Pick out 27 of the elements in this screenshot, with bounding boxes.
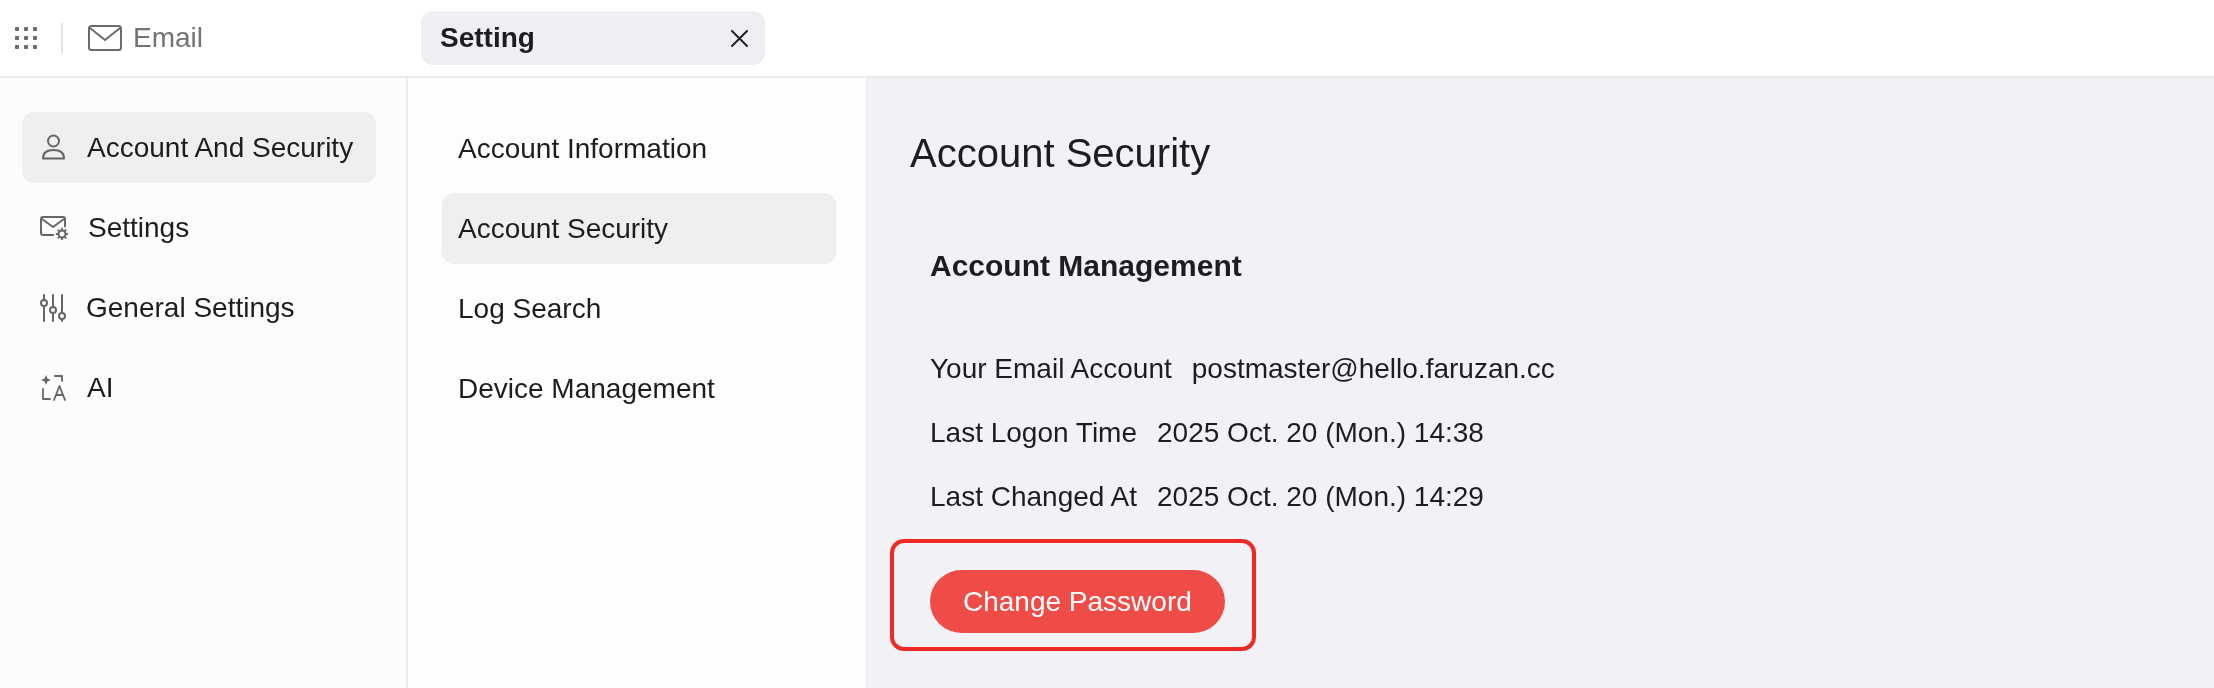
- field-label: Your Email Account: [930, 352, 1172, 386]
- field-value: 2025 Oct. 20 (Mon.) 14:38: [1157, 416, 1484, 450]
- page-title: Account Security: [910, 130, 1211, 176]
- submenu-item[interactable]: Log Search: [442, 273, 836, 344]
- app-name: Email: [133, 24, 203, 52]
- field-label: Last Logon Time: [930, 416, 1138, 450]
- mail-icon: [88, 25, 122, 51]
- change-password-button[interactable]: Change Password: [930, 570, 1225, 633]
- user-icon: [40, 134, 67, 161]
- close-icon[interactable]: [731, 29, 748, 47]
- submenu-item[interactable]: Device Management: [442, 353, 836, 424]
- field-value: 2025 Oct. 20 (Mon.) 14:29: [1157, 480, 1484, 514]
- sidebar-item[interactable]: Account And Security: [22, 112, 376, 183]
- ai-sparkle-icon: [40, 374, 67, 401]
- app-grid-icon[interactable]: [15, 27, 37, 49]
- sliders-icon: [40, 293, 66, 322]
- tab-label: Setting: [440, 24, 535, 52]
- sidebar-item[interactable]: AI: [22, 352, 376, 423]
- sidebar-item[interactable]: General Settings: [22, 272, 376, 343]
- submenu-item[interactable]: Account Security: [442, 193, 836, 264]
- settings-tab[interactable]: Setting: [421, 11, 765, 65]
- field-label: Last Changed At: [930, 480, 1138, 514]
- sidebar-item[interactable]: Settings: [22, 192, 376, 263]
- submenu-item[interactable]: Account Information: [442, 113, 836, 184]
- field-value: postmaster@hello.faruzan.cc: [1191, 352, 1555, 386]
- section-title: Account Management: [930, 248, 1242, 284]
- mail-gear-icon: [40, 215, 68, 240]
